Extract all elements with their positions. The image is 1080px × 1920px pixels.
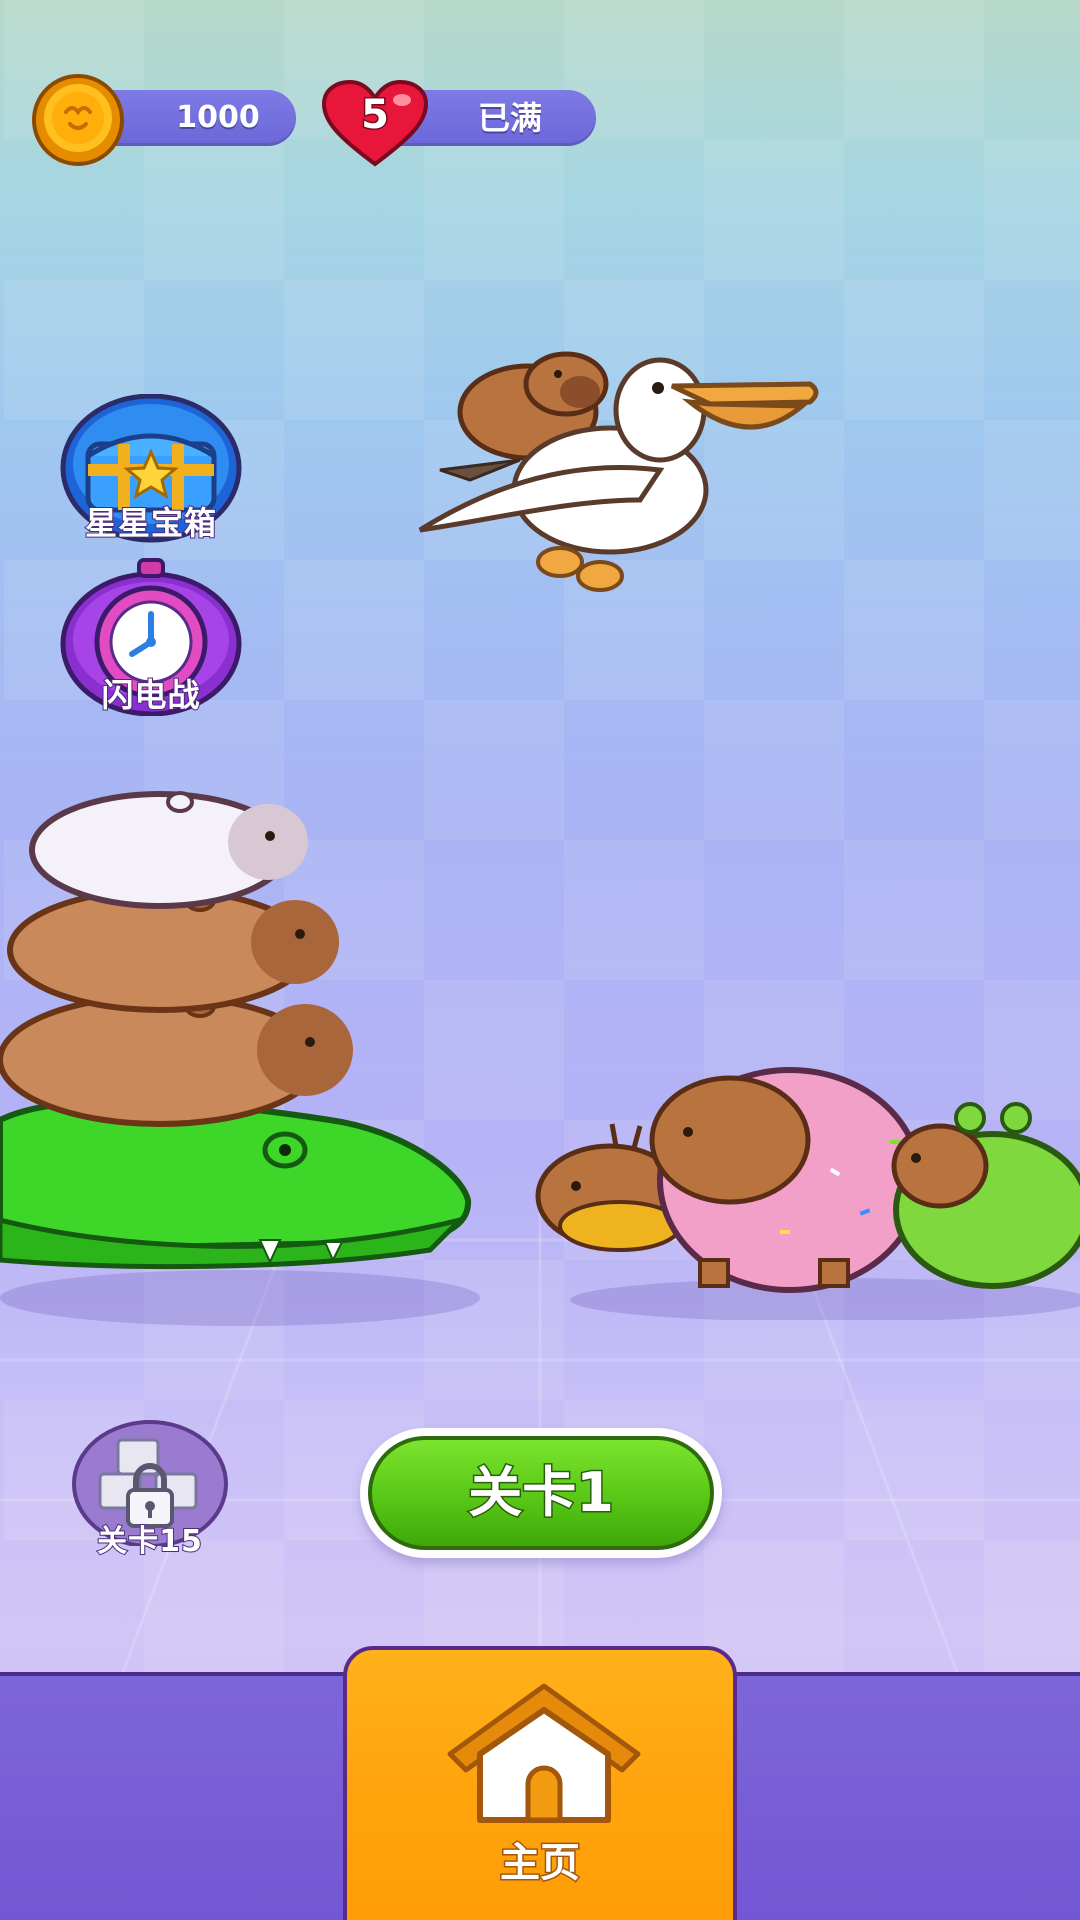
- capybara-group: [535, 1067, 1080, 1320]
- lives-count: 5: [360, 91, 391, 140]
- coin-value: 1000: [176, 100, 260, 135]
- game-screen: (function(){ var c = document.getElement…: [0, 0, 1080, 1920]
- locked-level-label: 关卡15: [96, 1523, 203, 1560]
- locked-level-button[interactable]: 关卡15: [70, 1416, 230, 1566]
- play-level-button[interactable]: 关卡1: [360, 1428, 722, 1558]
- home-icon: [447, 1683, 641, 1823]
- lightning-battle-button[interactable]: 闪电战: [58, 556, 244, 716]
- heart-icon: 5: [320, 78, 430, 168]
- home-tab[interactable]: 主页: [343, 1646, 737, 1920]
- home-label: 主页: [499, 1839, 582, 1888]
- capybara-stack-on-crocodile: [0, 791, 480, 1326]
- pelican-with-capybara: [418, 351, 819, 592]
- play-button-face: 关卡1: [368, 1436, 714, 1550]
- star-chest-label: 星星宝箱: [84, 503, 217, 543]
- star-chest-button[interactable]: 星星宝箱: [58, 394, 244, 544]
- coin-icon: [32, 74, 124, 166]
- lives-status: 已满: [477, 99, 542, 137]
- play-level-label: 关卡1: [467, 1460, 616, 1526]
- lightning-battle-label: 闪电战: [100, 675, 201, 715]
